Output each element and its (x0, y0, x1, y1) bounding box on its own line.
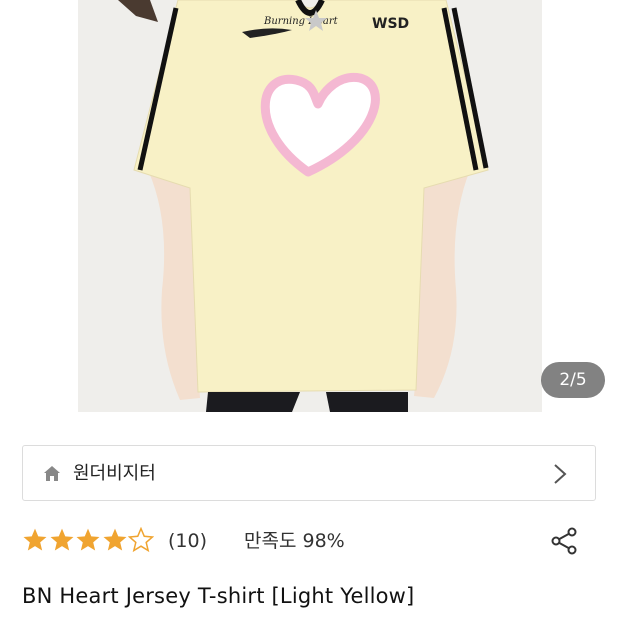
share-icon[interactable] (550, 526, 578, 556)
star-empty-icon (128, 527, 154, 553)
product-image-gallery[interactable]: Burning Heart WSD 2/5 (0, 0, 620, 412)
tshirt-illustration: Burning Heart WSD (78, 0, 542, 412)
chevron-right-icon (554, 464, 567, 484)
left-legging (206, 392, 300, 412)
star-full-icon (23, 528, 47, 551)
star-full-icon (76, 528, 100, 551)
star-full-icon (50, 528, 73, 551)
review-count[interactable]: (10) (168, 524, 207, 558)
star-full-icon (103, 528, 126, 551)
product-title: BN Heart Jersey T-shirt [Light Yellow] (22, 584, 415, 608)
image-counter: 2/5 (541, 362, 605, 398)
star-rating (22, 527, 155, 555)
home-icon (44, 466, 60, 481)
product-photo[interactable]: Burning Heart WSD (78, 0, 542, 412)
store-link[interactable]: 원더비지터 (22, 445, 596, 501)
right-legging (326, 392, 408, 412)
shirt-print-text: Burning Heart (263, 16, 339, 27)
shirt-logo-text: WSD (372, 16, 409, 32)
satisfaction-rate: 만족도 98% (244, 530, 345, 552)
store-name: 원더비지터 (73, 463, 156, 484)
rating-row: (10) 만족도 98% (22, 524, 602, 558)
